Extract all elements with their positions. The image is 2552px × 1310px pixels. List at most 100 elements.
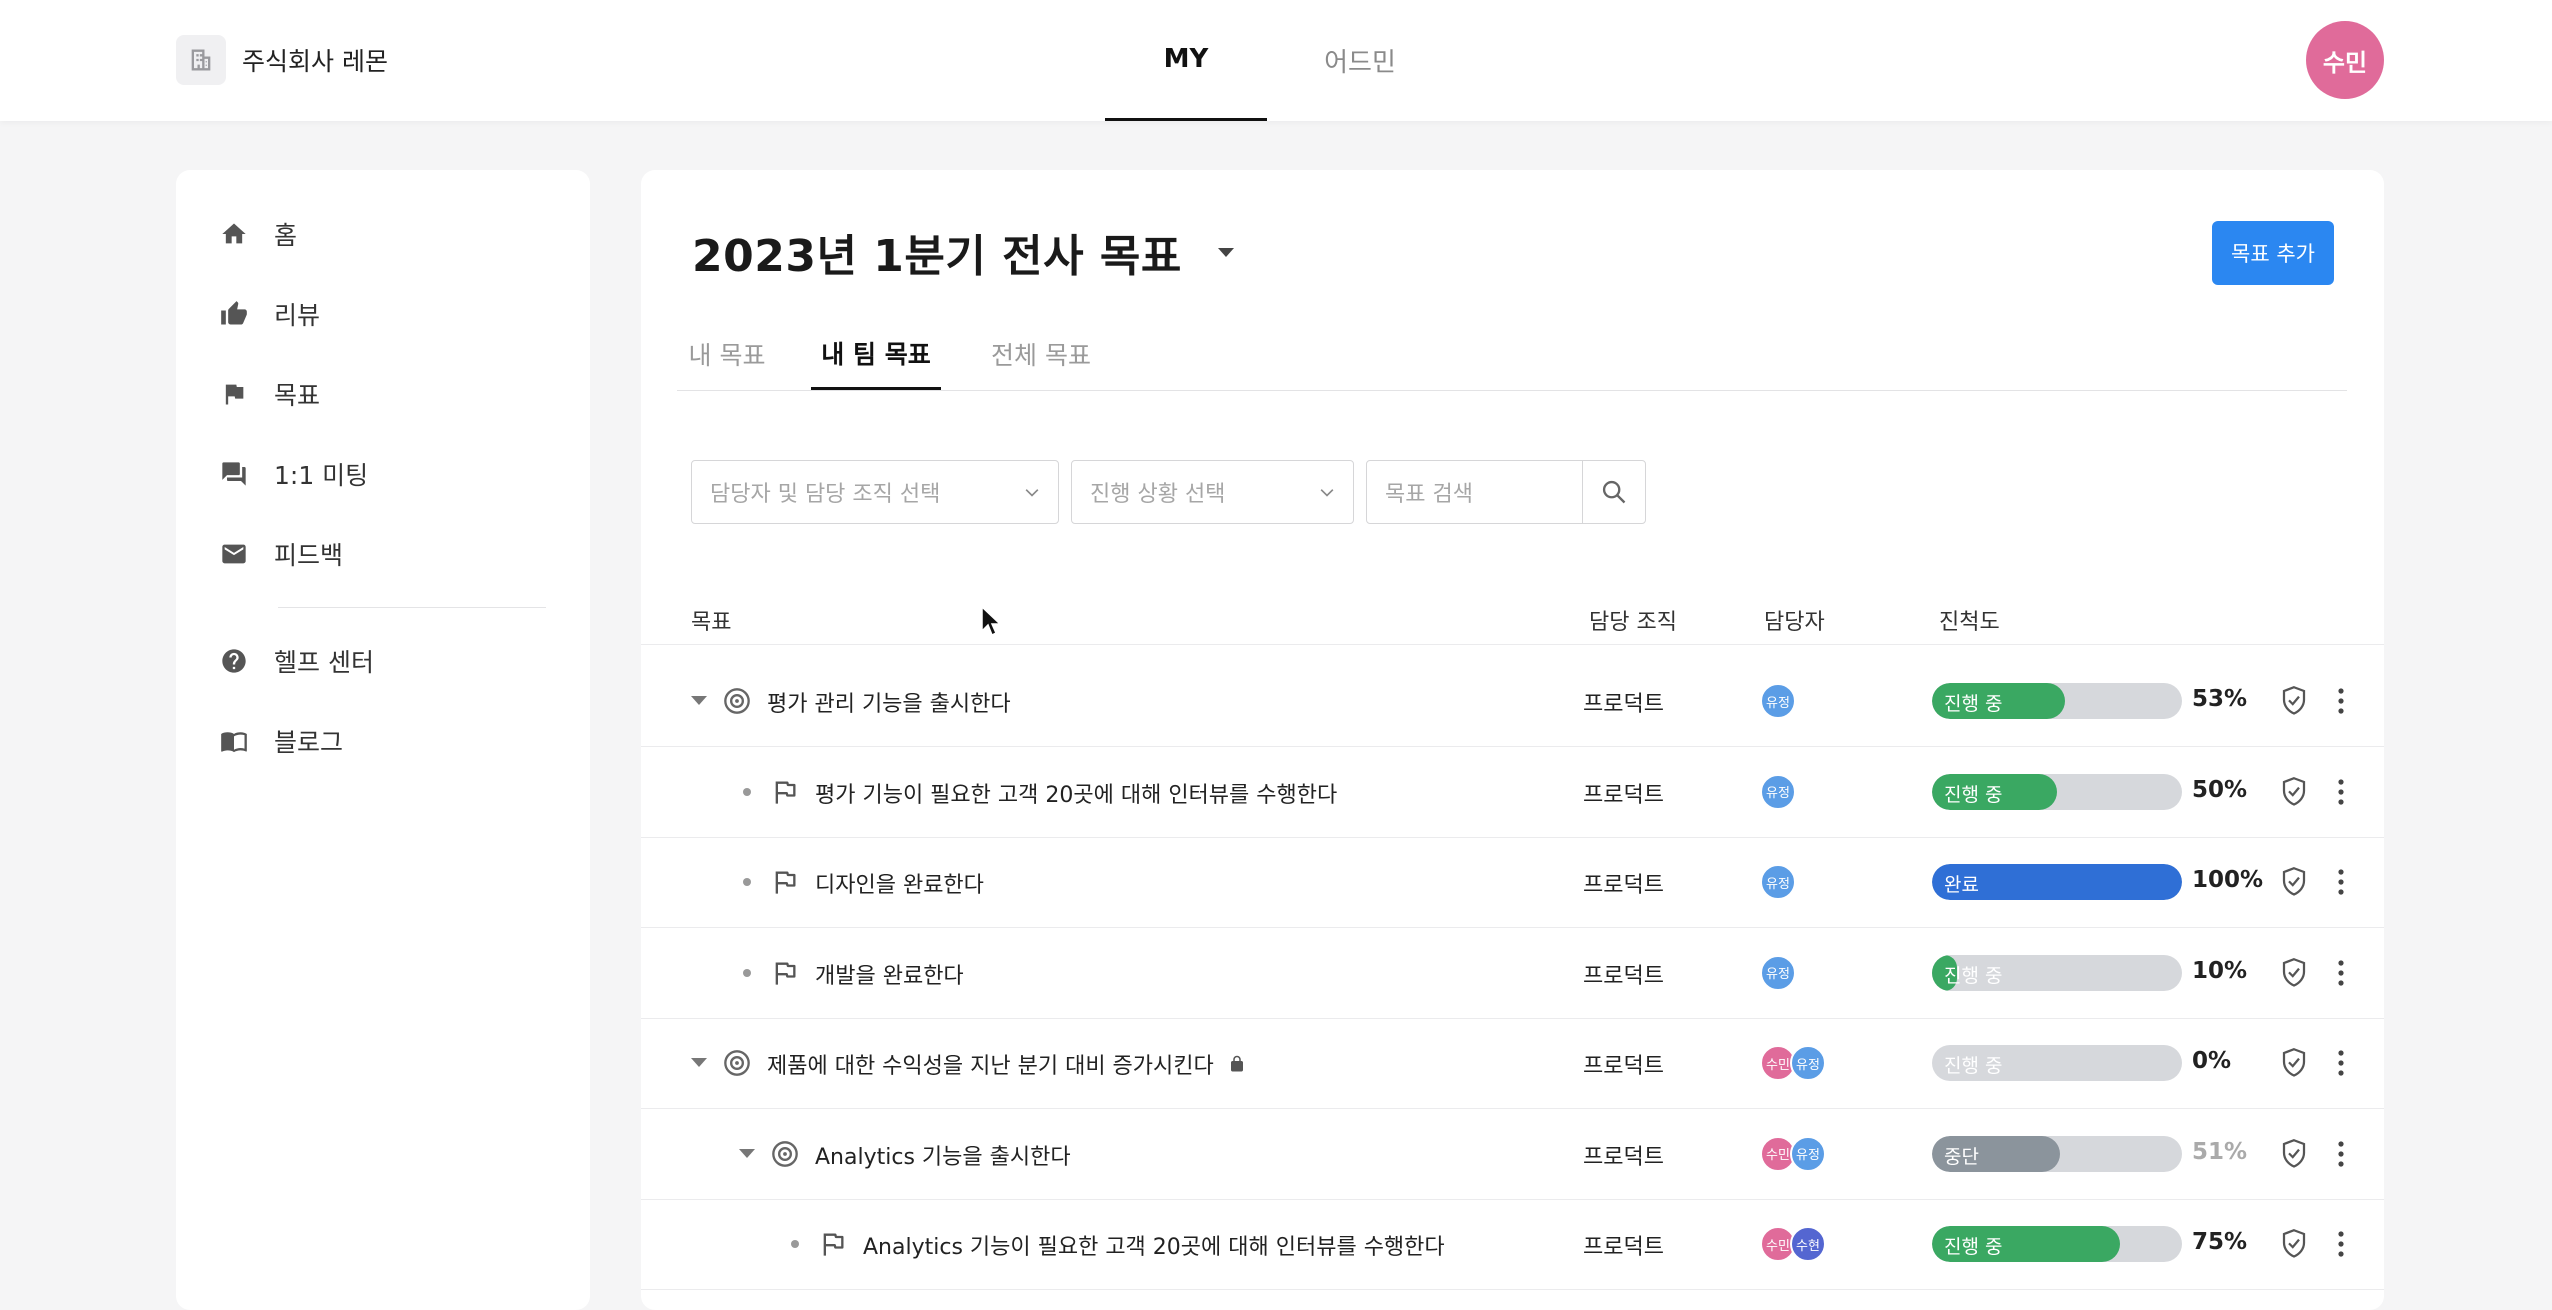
- progress-percent: 0%: [2192, 1048, 2232, 1074]
- goal-title[interactable]: 디자인을 완료한다: [815, 867, 984, 899]
- goal-title[interactable]: 평가 관리 기능을 출시한다: [767, 686, 1011, 718]
- owner-avatar[interactable]: 유정: [1790, 1045, 1826, 1081]
- check-in-shield-icon[interactable]: [2279, 684, 2309, 724]
- tab-team-goals[interactable]: 내 팀 목표: [811, 318, 941, 390]
- owner-avatar[interactable]: 유정: [1760, 954, 1796, 991]
- table-row[interactable]: Analytics 기능이 필요한 고객 20곳에 대해 인터뷰를 수행한다 프로…: [641, 1199, 2384, 1290]
- column-org[interactable]: 담당 조직: [1589, 604, 1677, 636]
- goal-title[interactable]: 개발을 완료한다: [815, 958, 964, 990]
- goal-owners: 유정: [1760, 954, 1796, 991]
- user-avatar[interactable]: 수민: [2306, 21, 2384, 99]
- progress-bar[interactable]: 진행 중: [1932, 683, 2182, 719]
- goal-title-text[interactable]: 평가 관리 기능을 출시한다: [767, 686, 1011, 718]
- chat-icon: [218, 458, 250, 490]
- top-tab-admin[interactable]: 어드민: [1280, 0, 1440, 121]
- progress-bar[interactable]: 중단: [1932, 1135, 2182, 1172]
- expand-toggle-icon[interactable]: [691, 1058, 707, 1067]
- sidebar-item-feedback[interactable]: 피드백: [218, 534, 343, 574]
- status-filter-select[interactable]: 진행 상황 선택: [1071, 460, 1354, 524]
- key-result-flag-icon: [771, 778, 799, 806]
- caret-down-icon[interactable]: [1217, 247, 1234, 257]
- goal-title-text[interactable]: Analytics 기능을 출시한다: [815, 1139, 1071, 1171]
- check-in-shield-icon[interactable]: [2279, 775, 2309, 815]
- owner-avatar[interactable]: 유정: [1760, 864, 1796, 900]
- sidebar-item-help-center[interactable]: 헬프 센터: [218, 641, 374, 681]
- progress-bar[interactable]: 완료: [1932, 864, 2182, 900]
- sidebar-item-review[interactable]: 리뷰: [218, 294, 320, 334]
- progress-bar[interactable]: 진행 중: [1932, 1226, 2182, 1262]
- check-in-shield-icon[interactable]: [2279, 956, 2309, 996]
- owner-avatar[interactable]: 유정: [1760, 683, 1796, 719]
- table-row[interactable]: 평가 기능이 필요한 고객 20곳에 대해 인터뷰를 수행한다 프로덕트 유정 진행 …: [641, 747, 2384, 838]
- goal-owners: 유정: [1760, 683, 1796, 719]
- goal-org: 프로덕트: [1583, 782, 1664, 808]
- target-icon: [723, 687, 751, 715]
- more-menu-icon[interactable]: [2337, 777, 2345, 813]
- sidebar-item-label: 홈: [274, 221, 298, 250]
- bullet-dot: [743, 878, 751, 886]
- sidebar-item-blog[interactable]: 블로그: [218, 721, 343, 761]
- table-row[interactable]: Analytics 기능을 출시한다 프로덕트 수민 유정 중단 51%: [641, 1109, 2384, 1200]
- progress-percent: 10%: [2192, 957, 2248, 984]
- check-in-shield-icon[interactable]: [2279, 865, 2309, 905]
- tab-my-goals[interactable]: 내 목표: [677, 318, 777, 390]
- check-in-shield-icon[interactable]: [2279, 1046, 2309, 1086]
- goal-title-text[interactable]: Analytics 기능이 필요한 고객 20곳에 대해 인터뷰를 수행한다: [863, 1229, 1445, 1261]
- target-icon: [723, 1049, 751, 1077]
- goal-title[interactable]: Analytics 기능을 출시한다: [815, 1139, 1071, 1171]
- progress-bar[interactable]: 진행 중: [1932, 954, 2182, 991]
- check-in-shield-icon[interactable]: [2279, 1227, 2309, 1267]
- owner-avatar[interactable]: 수현: [1790, 1226, 1826, 1262]
- goal-owners: 수민 유정: [1760, 1135, 1826, 1172]
- goal-title-text[interactable]: 평가 기능이 필요한 고객 20곳에 대해 인터뷰를 수행한다: [815, 777, 1337, 809]
- period-selector[interactable]: 2023년 1분기 전사 목표: [692, 220, 1234, 284]
- top-tab-my[interactable]: MY: [1105, 0, 1267, 121]
- goal-owners: 수민 유정: [1760, 1045, 1826, 1081]
- goal-title[interactable]: 제품에 대한 수익성을 지난 분기 대비 증가시킨다: [767, 1048, 1246, 1080]
- more-menu-icon[interactable]: [2337, 1048, 2345, 1084]
- sidebar-item-one-on-one[interactable]: 1:1 미팅: [218, 454, 368, 494]
- tab-all-goals[interactable]: 전체 목표: [971, 318, 1111, 390]
- chevron-down-icon: [1320, 489, 1334, 497]
- goal-title-text[interactable]: 개발을 완료한다: [815, 958, 964, 990]
- goal-search-input[interactable]: 목표 검색: [1366, 460, 1584, 524]
- status-badge: 진행 중: [1944, 693, 2003, 715]
- sidebar-item-label: 1:1 미팅: [274, 461, 369, 490]
- progress-percent: 53%: [2192, 686, 2248, 712]
- column-progress[interactable]: 진척도: [1939, 604, 2000, 636]
- column-goal[interactable]: 목표: [691, 604, 731, 636]
- table-row[interactable]: 평가 관리 기능을 출시한다 프로덕트 유정 진행 중 53%: [641, 656, 2384, 747]
- owner-avatar[interactable]: 유정: [1790, 1135, 1826, 1172]
- column-owner[interactable]: 담당자: [1764, 604, 1825, 636]
- more-menu-icon[interactable]: [2337, 686, 2345, 722]
- more-menu-icon[interactable]: [2337, 1229, 2345, 1265]
- expand-toggle-icon[interactable]: [691, 696, 707, 705]
- owner-avatar[interactable]: 유정: [1760, 773, 1796, 810]
- more-menu-icon[interactable]: [2337, 958, 2345, 994]
- goal-title[interactable]: 평가 기능이 필요한 고객 20곳에 대해 인터뷰를 수행한다: [815, 777, 1337, 809]
- sidebar-item-label: 리뷰: [274, 301, 321, 330]
- table-row[interactable]: 개발을 완료한다 프로덕트 유정 진행 중 10%: [641, 928, 2384, 1019]
- lock-icon: [1228, 1055, 1246, 1073]
- table-row[interactable]: 디자인을 완료한다 프로덕트 유정 완료 100%: [641, 837, 2384, 928]
- more-menu-icon[interactable]: [2337, 867, 2345, 903]
- owner-filter-select[interactable]: 담당자 및 담당 조직 선택: [691, 460, 1059, 524]
- expand-toggle-icon[interactable]: [739, 1148, 755, 1158]
- more-menu-icon[interactable]: [2337, 1139, 2345, 1175]
- sidebar-item-home[interactable]: 홈: [218, 214, 297, 254]
- progress-bar[interactable]: 진행 중: [1932, 773, 2182, 810]
- sidebar: 홈 리뷰 목표 1:1 미팅 피드백 헬프 센터 블로그: [176, 170, 590, 1310]
- table-row[interactable]: 제품에 대한 수익성을 지난 분기 대비 증가시킨다 프로덕트 수민 유정 진행 중 0%: [641, 1018, 2384, 1109]
- goal-title-text[interactable]: 제품에 대한 수익성을 지난 분기 대비 증가시킨다: [767, 1048, 1214, 1080]
- goal-org: 프로덕트: [1583, 1235, 1664, 1260]
- search-button[interactable]: [1582, 460, 1646, 524]
- company-switcher[interactable]: 주식회사 레몬: [176, 34, 388, 86]
- progress-bar[interactable]: 진행 중: [1932, 1045, 2182, 1081]
- goal-title[interactable]: Analytics 기능이 필요한 고객 20곳에 대해 인터뷰를 수행한다: [863, 1229, 1445, 1261]
- sidebar-item-goals[interactable]: 목표: [218, 374, 320, 414]
- top-header: 주식회사 레몬 MY 어드민 수민: [0, 0, 2552, 121]
- status-badge: 진행 중: [1944, 964, 2003, 987]
- check-in-shield-icon[interactable]: [2279, 1137, 2309, 1177]
- goal-title-text[interactable]: 디자인을 완료한다: [815, 867, 984, 899]
- add-goal-button[interactable]: 목표 추가: [2212, 221, 2334, 285]
